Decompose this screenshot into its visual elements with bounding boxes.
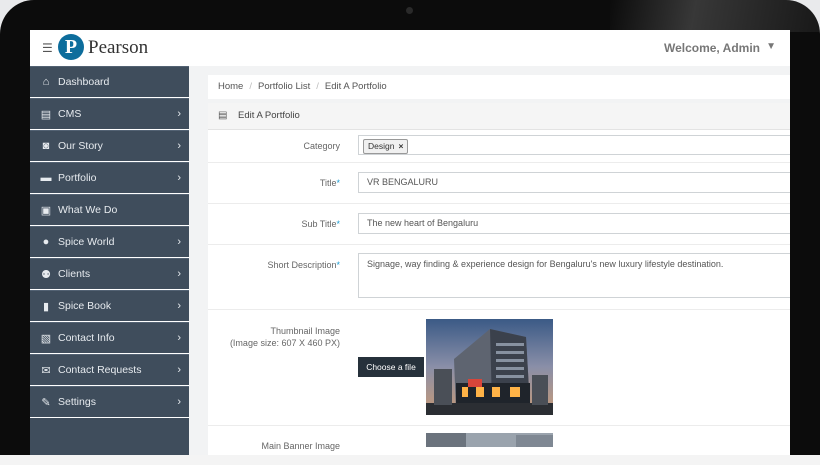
breadcrumb-separator: / xyxy=(249,81,252,92)
thumbnail-image xyxy=(426,319,553,415)
sidebar: ⌂ Dashboard ▤ CMS › ◙ Our Story › ▬ Port… xyxy=(30,66,189,455)
folder-icon: ▬ xyxy=(40,172,52,184)
sidebar-item-label: CMS xyxy=(58,108,82,120)
briefcase-icon: ▣ xyxy=(40,204,52,217)
chevron-right-icon: › xyxy=(177,396,181,408)
device-frame: ☰ P Pearson Welcome, Admin ▼ ⌂ Dashboard… xyxy=(0,0,820,465)
edit-portfolio-panel: ▤ Edit A Portfolio Category Design × Titl… xyxy=(208,103,790,455)
list-icon: ▤ xyxy=(218,110,228,121)
form-row-short-description: Short Description* Signage, way finding … xyxy=(208,244,790,310)
form-row-subtitle: Sub Title* The new heart of Bengaluru xyxy=(208,203,790,245)
subtitle-label: Sub Title* xyxy=(301,219,340,229)
welcome-user-menu[interactable]: Welcome, Admin xyxy=(664,41,760,55)
chevron-right-icon: › xyxy=(177,236,181,248)
chevron-right-icon: › xyxy=(177,140,181,152)
sidebar-item-label: Dashboard xyxy=(58,76,110,88)
choose-file-button[interactable]: Choose a file xyxy=(358,357,424,377)
sidebar-item-label: Spice Book xyxy=(58,300,112,312)
main-banner-image xyxy=(426,433,553,447)
pearson-logo-icon[interactable]: P xyxy=(58,34,84,60)
sidebar-item-contact-info[interactable]: ▧ Contact Info › xyxy=(30,322,189,354)
thumbnail-label: Thumbnail Image (Image size: 607 X 460 PX… xyxy=(230,325,340,349)
hamburger-menu-icon[interactable]: ☰ xyxy=(42,41,53,55)
subtitle-input[interactable]: The new heart of Bengaluru xyxy=(358,213,790,234)
sidebar-item-label: Our Story xyxy=(58,140,103,152)
short-description-label-text: Short Description xyxy=(267,260,337,270)
form-row-title: Title* VR BENGALURU xyxy=(208,162,790,204)
sidebar-item-what-we-do[interactable]: ▣ What We Do xyxy=(30,194,189,226)
category-tag: Design × xyxy=(363,139,409,154)
contact-book-icon: ▧ xyxy=(40,332,52,345)
camera-icon: ◙ xyxy=(42,140,50,152)
main-banner-label: Main Banner Image xyxy=(261,441,340,451)
users-icon: ⚉ xyxy=(41,268,51,281)
chevron-right-icon: › xyxy=(177,172,181,184)
sidebar-item-clients[interactable]: ⚉ Clients › xyxy=(30,258,189,290)
sidebar-item-label: Spice World xyxy=(58,236,115,248)
brand-name[interactable]: Pearson xyxy=(88,37,148,59)
form-row-thumbnail: Thumbnail Image (Image size: 607 X 460 PX… xyxy=(208,309,790,426)
required-mark: * xyxy=(336,178,340,188)
breadcrumb: Home / Portfolio List / Edit A Portfolio xyxy=(208,75,790,99)
category-select[interactable]: Design × xyxy=(358,135,790,155)
sidebar-item-label: Contact Requests xyxy=(58,364,142,376)
subtitle-label-text: Sub Title xyxy=(301,219,337,229)
envelope-icon: ✉ xyxy=(41,364,51,377)
remove-tag-icon[interactable]: × xyxy=(398,141,403,151)
breadcrumb-home[interactable]: Home xyxy=(218,81,243,92)
device-bottom-edge xyxy=(0,455,820,465)
title-label: Title* xyxy=(320,178,340,188)
short-description-textarea[interactable]: Signage, way finding & experience design… xyxy=(358,253,790,298)
short-description-label: Short Description* xyxy=(267,260,340,270)
thumbnail-label-text: Thumbnail Image xyxy=(270,326,340,336)
sidebar-item-dashboard[interactable]: ⌂ Dashboard xyxy=(30,66,189,98)
panel-header: ▤ Edit A Portfolio xyxy=(208,103,790,130)
panel-title: Edit A Portfolio xyxy=(238,110,300,121)
chevron-right-icon: › xyxy=(177,332,181,344)
chevron-right-icon: › xyxy=(177,108,181,120)
book-icon: ▮ xyxy=(42,300,50,313)
sidebar-item-label: Settings xyxy=(58,396,96,408)
thumbnail-size-hint: (Image size: 607 X 460 PX) xyxy=(229,338,340,348)
chevron-right-icon: › xyxy=(177,364,181,376)
user-icon: ● xyxy=(42,236,50,248)
chevron-right-icon: › xyxy=(177,300,181,312)
sidebar-item-spice-book[interactable]: ▮ Spice Book › xyxy=(30,290,189,322)
sidebar-item-contact-requests[interactable]: ✉ Contact Requests › xyxy=(30,354,189,386)
top-bar: ☰ P Pearson Welcome, Admin ▼ xyxy=(30,30,790,67)
title-input[interactable]: VR BENGALURU xyxy=(358,172,790,193)
chevron-right-icon: › xyxy=(177,268,181,280)
main-content: Home / Portfolio List / Edit A Portfolio ▤ E… xyxy=(189,66,790,455)
sidebar-item-label: Contact Info xyxy=(58,332,115,344)
title-label-text: Title xyxy=(319,178,337,188)
form-row-category: Category Design × xyxy=(208,130,790,163)
required-mark: * xyxy=(336,260,340,270)
category-label: Category xyxy=(303,141,340,151)
sidebar-item-label: What We Do xyxy=(58,204,118,216)
sidebar-item-label: Portfolio xyxy=(58,172,97,184)
document-icon: ▤ xyxy=(40,108,52,121)
screen: ☰ P Pearson Welcome, Admin ▼ ⌂ Dashboard… xyxy=(30,30,790,455)
category-tag-label: Design xyxy=(368,141,395,151)
breadcrumb-separator: / xyxy=(316,81,319,92)
sidebar-item-settings[interactable]: ✎ Settings › xyxy=(30,386,189,418)
required-mark: * xyxy=(336,219,340,229)
wrench-icon: ✎ xyxy=(41,396,51,409)
camera-dot xyxy=(406,7,413,14)
breadcrumb-portfolio-list[interactable]: Portfolio List xyxy=(258,81,310,92)
sidebar-item-label: Clients xyxy=(58,268,91,280)
form-row-main-banner: Main Banner Image xyxy=(208,425,790,455)
home-icon: ⌂ xyxy=(42,76,50,88)
sidebar-item-our-story[interactable]: ◙ Our Story › xyxy=(30,130,189,162)
sidebar-item-portfolio[interactable]: ▬ Portfolio › xyxy=(30,162,189,194)
breadcrumb-current: Edit A Portfolio xyxy=(324,81,387,92)
sidebar-item-cms[interactable]: ▤ CMS › xyxy=(30,98,189,130)
chevron-down-icon[interactable]: ▼ xyxy=(766,41,776,52)
sidebar-item-spice-world[interactable]: ● Spice World › xyxy=(30,226,189,258)
